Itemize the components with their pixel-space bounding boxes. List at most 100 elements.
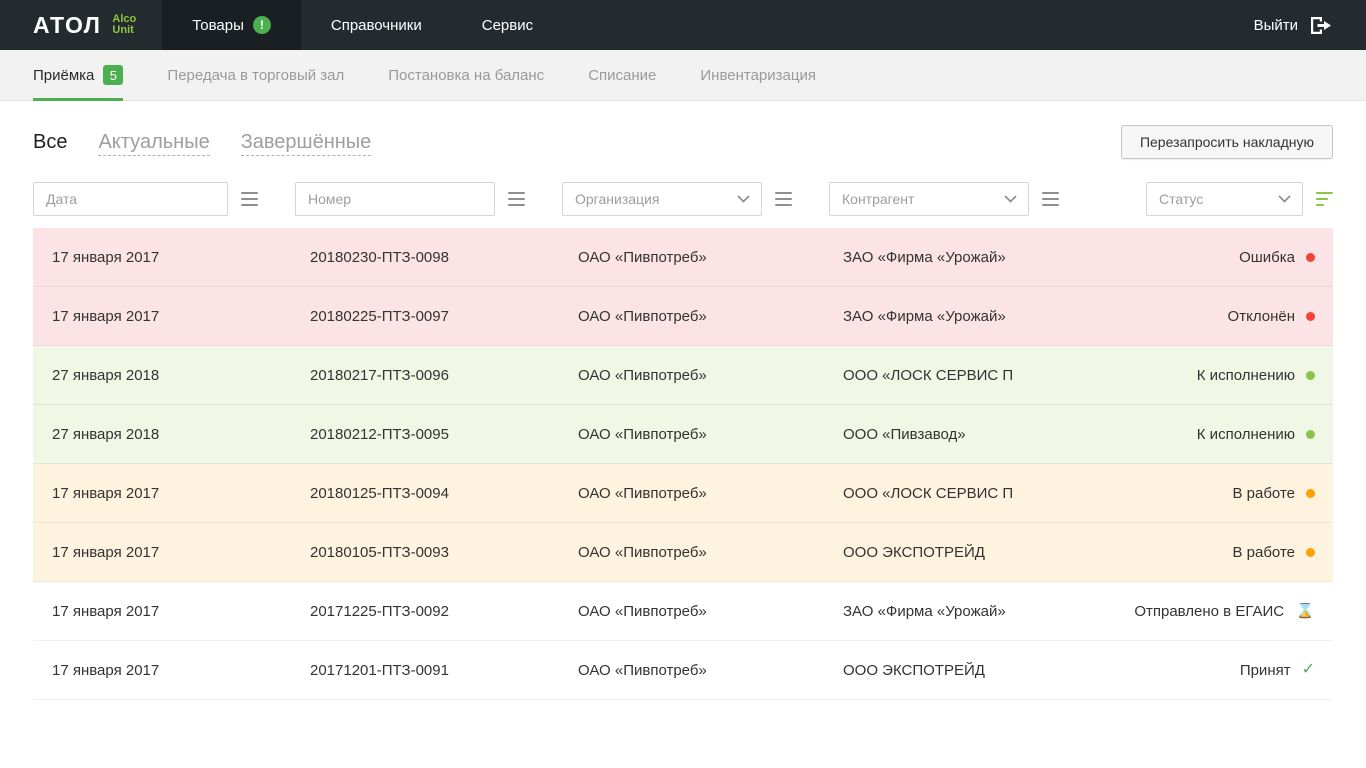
status-text: Отклонён [1228,308,1295,325]
row-number: 20180125-ПТЗ-0094 [291,485,559,502]
menu-item-label: Сервис [482,17,533,34]
status-text: К исполнению [1197,426,1295,443]
tab-label: Инвентаризация [700,67,816,84]
status-indicator [1306,253,1315,262]
status-filter-select[interactable]: Статус [1146,182,1303,216]
menu-item-service[interactable]: Сервис [452,0,563,50]
row-organization: ОАО «Пивпотреб» [559,485,824,502]
filter-chips-row: Все Актуальные Завершённые Перезапросить… [33,125,1333,159]
row-number: 20171225-ПТЗ-0092 [291,603,559,620]
row-date: 17 января 2017 [33,544,291,561]
organization-filter-value: Организация [575,191,659,207]
menu-item-label: Товары [192,17,244,34]
hourglass-icon: ⌛ [1295,603,1315,619]
row-organization: ОАО «Пивпотреб» [559,308,824,325]
row-contractor: ООО ЭКСПОТРЕЙД [824,662,1013,679]
row-contractor: ООО ЭКСПОТРЕЙД [824,544,1013,561]
logo-subtitle: Alco Unit [112,14,136,36]
row-number: 20171201-ПТЗ-0091 [291,662,559,679]
row-number: 20180230-ПТЗ-0098 [291,249,559,266]
status-text: Принят [1240,662,1291,679]
row-organization: ОАО «Пивпотреб» [559,603,824,620]
tab-priemka[interactable]: Приёмка 5 [33,50,123,100]
row-contractor: ООО «ЛОСК СЕРВИС ПРО» [824,485,1013,502]
tab-label: Списание [588,67,656,84]
row-contractor: ЗАО «Фирма «Урожай» [824,308,1013,325]
logout-label: Выйти [1254,17,1298,34]
tab-inventarizaciya[interactable]: Инвентаризация [700,50,816,100]
table-row[interactable]: 17 января 2017 20171225-ПТЗ-0092 ОАО «Пи… [33,582,1333,641]
logo-text: АТОЛ [33,12,101,39]
chip-label: Актуальные [98,131,209,156]
organization-column-menu-icon[interactable] [775,192,792,206]
row-status: К исполнению [1013,367,1333,384]
row-date: 27 января 2018 [33,426,291,443]
number-filter-input[interactable] [295,182,495,216]
row-organization: ОАО «Пивпотреб» [559,367,824,384]
status-indicator [1306,371,1315,380]
tab-peredacha[interactable]: Передача в торговый зал [167,50,344,100]
table-row[interactable]: 27 января 2018 20180217-ПТЗ-0096 ОАО «Пи… [33,346,1333,405]
table-row[interactable]: 17 января 2017 20180105-ПТЗ-0093 ОАО «Пи… [33,523,1333,582]
topbar: АТОЛ Alco Unit Товары ! Справочники Серв… [0,0,1366,50]
table-row[interactable]: 17 января 2017 20171201-ПТЗ-0091 ОАО «Пи… [33,641,1333,700]
contractor-filter-value: Контрагент [842,191,914,207]
row-number: 20180225-ПТЗ-0097 [291,308,559,325]
contractor-column-menu-icon[interactable] [1042,192,1059,206]
row-date: 17 января 2017 [33,603,291,620]
menu-item-goods[interactable]: Товары ! [162,0,301,50]
row-contractor: ЗАО «Фирма «Урожай» [824,249,1013,266]
row-status: К исполнению [1013,426,1333,443]
row-date: 17 января 2017 [33,308,291,325]
section-tabs: Приёмка 5 Передача в торговый зал Постан… [0,50,1366,101]
chip-completed[interactable]: Завершённые [241,131,372,154]
row-status: В работе [1013,544,1333,561]
row-status: Отправлено в ЕГАИС ⌛ [1013,603,1333,620]
row-date: 17 января 2017 [33,662,291,679]
table-row[interactable]: 17 января 2017 20180225-ПТЗ-0097 ОАО «Пи… [33,287,1333,346]
tab-spisanie[interactable]: Списание [588,50,656,100]
tab-label: Приёмка [33,67,94,84]
row-status: Ошибка [1013,249,1333,266]
requery-invoice-button[interactable]: Перезапросить накладную [1121,125,1333,159]
chevron-down-icon [1004,195,1017,203]
invoice-table: 17 января 2017 20180230-ПТЗ-0098 ОАО «Пи… [33,228,1333,700]
row-date: 17 января 2017 [33,485,291,502]
status-sort-active-icon[interactable] [1316,192,1333,206]
row-contractor: ЗАО «Фирма «Урожай» [824,603,1013,620]
chevron-down-icon [1278,195,1291,203]
chip-all[interactable]: Все [33,131,67,154]
chevron-down-icon [737,195,750,203]
row-organization: ОАО «Пивпотреб» [559,544,824,561]
row-status: Принят ✓ [1013,662,1333,679]
status-text: В работе [1232,544,1295,561]
status-indicator [1306,548,1315,557]
chip-label: Все [33,131,67,155]
organization-filter-select[interactable]: Организация [562,182,762,216]
logout-button[interactable]: Выйти [1254,0,1366,50]
date-filter-input[interactable] [33,182,228,216]
menu-item-label: Справочники [331,17,422,34]
row-status: В работе [1013,485,1333,502]
row-number: 20180217-ПТЗ-0096 [291,367,559,384]
row-organization: ОАО «Пивпотреб» [559,426,824,443]
tab-label: Передача в торговый зал [167,67,344,84]
atol-logo: АТОЛ Alco Unit [0,0,162,50]
number-column-menu-icon[interactable] [508,192,525,206]
table-row[interactable]: 27 января 2018 20180212-ПТЗ-0095 ОАО «Пи… [33,405,1333,464]
status-text: Отправлено в ЕГАИС [1134,603,1284,620]
status-text: К исполнению [1197,367,1295,384]
table-row[interactable]: 17 января 2017 20180230-ПТЗ-0098 ОАО «Пи… [33,228,1333,287]
date-column-menu-icon[interactable] [241,192,258,206]
chip-actual[interactable]: Актуальные [98,131,209,154]
tab-postanovka[interactable]: Постановка на баланс [388,50,544,100]
status-text: Ошибка [1239,249,1295,266]
chip-label: Завершённые [241,131,372,156]
alert-badge: ! [253,16,271,34]
row-organization: ОАО «Пивпотреб» [559,249,824,266]
status-indicator [1306,312,1315,321]
table-row[interactable]: 17 января 2017 20180125-ПТЗ-0094 ОАО «Пи… [33,464,1333,523]
menu-item-directories[interactable]: Справочники [301,0,452,50]
contractor-filter-select[interactable]: Контрагент [829,182,1029,216]
row-organization: ОАО «Пивпотреб» [559,662,824,679]
